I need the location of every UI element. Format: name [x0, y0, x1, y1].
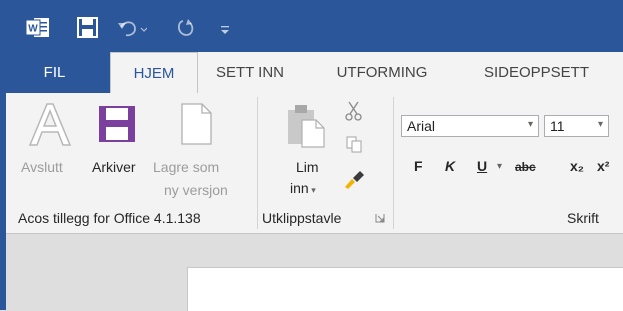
acos-group-label: Acos tillegg for Office 4.1.138 — [18, 210, 201, 226]
redo-icon[interactable] — [175, 18, 197, 38]
strikethrough-button[interactable]: abc — [515, 160, 536, 174]
cut-icon[interactable] — [345, 101, 362, 121]
tab-sett-inn[interactable]: SETT INN — [200, 52, 300, 93]
tab-sideoppsett[interactable]: SIDEOPPSETT — [474, 52, 599, 93]
title-bar — [6, 0, 623, 52]
document-page[interactable] — [187, 267, 623, 311]
underline-button[interactable]: U — [477, 158, 487, 174]
format-painter-icon[interactable] — [342, 167, 366, 191]
superscript-button[interactable]: x² — [597, 158, 609, 174]
dialog-launcher-icon[interactable] — [375, 213, 385, 223]
lagre-som-label[interactable]: Lagre som — [153, 159, 219, 175]
save-icon[interactable] — [77, 17, 98, 38]
blank-page-icon[interactable] — [181, 103, 212, 145]
subscript-button[interactable]: x₂ — [570, 158, 584, 174]
font-name-combo[interactable]: Arial ▾ — [401, 115, 539, 137]
font-size-combo[interactable]: 11 ▾ — [544, 115, 609, 137]
font-name-value: Arial — [407, 118, 436, 134]
font-group-label: Skrift — [567, 210, 599, 226]
bold-button[interactable]: F — [414, 158, 423, 174]
avslutt-label[interactable]: Avslutt — [21, 159, 63, 175]
chevron-down-icon[interactable]: ▾ — [528, 119, 533, 130]
save-icon[interactable] — [99, 106, 135, 142]
tab-fil[interactable]: FIL — [6, 52, 103, 93]
font-size-value: 11 — [550, 118, 565, 134]
customize-qat-icon[interactable] — [219, 22, 231, 36]
svg-text:W: W — [28, 24, 38, 35]
paste-icon[interactable] — [286, 102, 328, 148]
arkiver-label[interactable]: Arkiver — [92, 159, 136, 175]
group-separator — [257, 97, 258, 229]
group-separator — [393, 97, 394, 229]
italic-button[interactable]: K — [445, 158, 455, 174]
tab-hjem[interactable]: HJEM — [110, 52, 198, 94]
copy-icon[interactable] — [346, 136, 363, 153]
ny-versjon-label: ny versjon — [164, 182, 228, 198]
chevron-down-icon[interactable]: ▾ — [598, 119, 603, 130]
letter-a-icon[interactable] — [27, 101, 73, 147]
word-icon[interactable]: W — [26, 17, 50, 38]
undo-icon[interactable] — [117, 18, 147, 38]
chevron-down-icon[interactable]: ▾ — [497, 161, 502, 172]
lim-label[interactable]: Lim — [296, 159, 319, 175]
inn-label[interactable]: inn ▾ — [290, 180, 316, 196]
tab-utforming[interactable]: UTFORMING — [327, 52, 437, 93]
clipboard-group-label: Utklippstavle — [262, 210, 342, 226]
